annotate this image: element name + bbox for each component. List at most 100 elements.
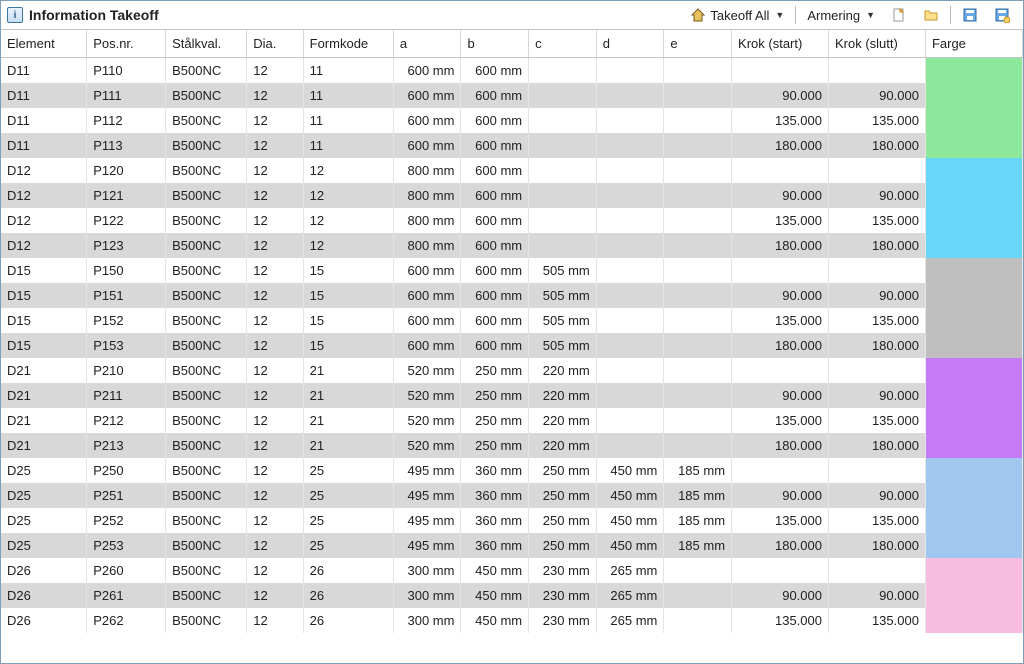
cell-formkode[interactable]: 21 <box>303 383 393 408</box>
cell-e[interactable]: 185 mm <box>664 483 732 508</box>
cell-krok-start[interactable]: 135.000 <box>732 508 829 533</box>
cell-a[interactable]: 520 mm <box>393 433 461 458</box>
cell-c[interactable]: 230 mm <box>529 608 597 633</box>
cell-krok-slutt[interactable]: 135.000 <box>828 608 925 633</box>
cell-a[interactable]: 800 mm <box>393 183 461 208</box>
cell-d[interactable]: 265 mm <box>596 608 664 633</box>
cell-formkode[interactable]: 26 <box>303 583 393 608</box>
cell-stal[interactable]: B500NC <box>166 508 247 533</box>
cell-formkode[interactable]: 25 <box>303 508 393 533</box>
cell-stal[interactable]: B500NC <box>166 183 247 208</box>
cell-stal[interactable]: B500NC <box>166 208 247 233</box>
cell-e[interactable] <box>664 583 732 608</box>
cell-c[interactable] <box>529 83 597 108</box>
cell-c[interactable] <box>529 58 597 84</box>
cell-b[interactable]: 450 mm <box>461 583 529 608</box>
cell-posnr[interactable]: P262 <box>87 608 166 633</box>
cell-c[interactable] <box>529 158 597 183</box>
cell-element[interactable]: D26 <box>1 583 87 608</box>
cell-e[interactable] <box>664 58 732 84</box>
cell-formkode[interactable]: 11 <box>303 133 393 158</box>
cell-e[interactable] <box>664 333 732 358</box>
col-krok-start[interactable]: Krok (start) <box>732 30 829 58</box>
cell-element[interactable]: D21 <box>1 408 87 433</box>
cell-b[interactable]: 600 mm <box>461 308 529 333</box>
cell-farge[interactable] <box>925 58 1022 159</box>
cell-dia[interactable]: 12 <box>247 433 303 458</box>
cell-posnr[interactable]: P151 <box>87 283 166 308</box>
cell-stal[interactable]: B500NC <box>166 583 247 608</box>
cell-c[interactable]: 505 mm <box>529 283 597 308</box>
col-posnr[interactable]: Pos.nr. <box>87 30 166 58</box>
cell-dia[interactable]: 12 <box>247 383 303 408</box>
col-e[interactable]: e <box>664 30 732 58</box>
cell-farge[interactable] <box>925 458 1022 558</box>
table-row[interactable]: D11P112B500NC1211600 mm600 mm135.000135.… <box>1 108 1023 133</box>
cell-formkode[interactable]: 21 <box>303 408 393 433</box>
cell-stal[interactable]: B500NC <box>166 358 247 383</box>
cell-stal[interactable]: B500NC <box>166 533 247 558</box>
cell-element[interactable]: D11 <box>1 133 87 158</box>
cell-d[interactable] <box>596 58 664 84</box>
cell-dia[interactable]: 12 <box>247 208 303 233</box>
armering-dropdown[interactable]: Armering ▼ <box>800 5 882 26</box>
cell-formkode[interactable]: 21 <box>303 358 393 383</box>
cell-b[interactable]: 600 mm <box>461 233 529 258</box>
cell-krok-slutt[interactable] <box>828 358 925 383</box>
cell-krok-start[interactable]: 90.000 <box>732 283 829 308</box>
cell-e[interactable] <box>664 83 732 108</box>
cell-dia[interactable]: 12 <box>247 133 303 158</box>
cell-posnr[interactable]: P123 <box>87 233 166 258</box>
col-c[interactable]: c <box>529 30 597 58</box>
cell-c[interactable] <box>529 183 597 208</box>
cell-e[interactable] <box>664 383 732 408</box>
cell-posnr[interactable]: P211 <box>87 383 166 408</box>
cell-stal[interactable]: B500NC <box>166 283 247 308</box>
cell-formkode[interactable]: 11 <box>303 58 393 84</box>
table-row[interactable]: D15P152B500NC1215600 mm600 mm505 mm135.0… <box>1 308 1023 333</box>
cell-a[interactable]: 495 mm <box>393 533 461 558</box>
cell-stal[interactable]: B500NC <box>166 433 247 458</box>
cell-b[interactable]: 600 mm <box>461 108 529 133</box>
cell-d[interactable] <box>596 183 664 208</box>
cell-element[interactable]: D11 <box>1 83 87 108</box>
cell-d[interactable] <box>596 433 664 458</box>
cell-stal[interactable]: B500NC <box>166 308 247 333</box>
cell-d[interactable] <box>596 133 664 158</box>
cell-stal[interactable]: B500NC <box>166 558 247 583</box>
table-row[interactable]: D11P110B500NC1211600 mm600 mm <box>1 58 1023 84</box>
cell-krok-start[interactable]: 180.000 <box>732 133 829 158</box>
cell-b[interactable]: 360 mm <box>461 508 529 533</box>
cell-a[interactable]: 600 mm <box>393 58 461 84</box>
cell-krok-slutt[interactable]: 135.000 <box>828 108 925 133</box>
cell-dia[interactable]: 12 <box>247 158 303 183</box>
cell-e[interactable] <box>664 358 732 383</box>
cell-stal[interactable]: B500NC <box>166 408 247 433</box>
cell-dia[interactable]: 12 <box>247 58 303 84</box>
cell-dia[interactable]: 12 <box>247 408 303 433</box>
cell-b[interactable]: 600 mm <box>461 58 529 84</box>
cell-d[interactable] <box>596 83 664 108</box>
cell-krok-start[interactable]: 90.000 <box>732 83 829 108</box>
cell-krok-start[interactable] <box>732 158 829 183</box>
cell-stal[interactable]: B500NC <box>166 333 247 358</box>
cell-c[interactable]: 220 mm <box>529 358 597 383</box>
cell-e[interactable] <box>664 233 732 258</box>
cell-e[interactable] <box>664 283 732 308</box>
cell-krok-start[interactable]: 135.000 <box>732 308 829 333</box>
cell-stal[interactable]: B500NC <box>166 458 247 483</box>
table-row[interactable]: D12P122B500NC1212800 mm600 mm135.000135.… <box>1 208 1023 233</box>
cell-posnr[interactable]: P212 <box>87 408 166 433</box>
cell-krok-start[interactable]: 135.000 <box>732 208 829 233</box>
cell-krok-slutt[interactable]: 180.000 <box>828 133 925 158</box>
cell-dia[interactable]: 12 <box>247 558 303 583</box>
cell-e[interactable]: 185 mm <box>664 533 732 558</box>
cell-b[interactable]: 600 mm <box>461 83 529 108</box>
cell-stal[interactable]: B500NC <box>166 233 247 258</box>
cell-element[interactable]: D25 <box>1 483 87 508</box>
cell-formkode[interactable]: 26 <box>303 558 393 583</box>
col-formkode[interactable]: Formkode <box>303 30 393 58</box>
cell-farge[interactable] <box>925 558 1022 633</box>
cell-a[interactable]: 600 mm <box>393 133 461 158</box>
cell-e[interactable] <box>664 258 732 283</box>
